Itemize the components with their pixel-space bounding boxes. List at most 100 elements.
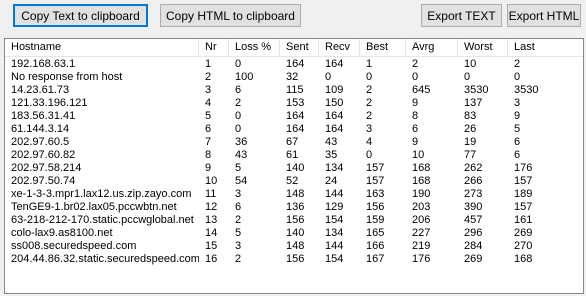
cell-best: 1 [366,58,373,70]
cell-avrg: 10 [412,149,425,161]
cell-nr: 6 [205,123,212,135]
cell-last: 269 [514,227,533,239]
cell-loss: 36 [235,136,248,148]
cell-best: 4 [366,136,373,148]
table-row[interactable]: 192.168.63.1 1 0 164 164 1 2 10 2 [5,58,583,71]
export-text-button[interactable]: Export TEXT [421,4,502,27]
cell-worst: 273 [464,188,483,200]
cell-loss: 3 [235,240,242,252]
cell-last: 5 [514,123,521,135]
cell-worst: 83 [464,110,477,122]
cell-nr: 4 [205,97,212,109]
column-header-avrg[interactable]: Avrg [406,39,458,56]
table-row[interactable]: 121.33.196.121 4 2 153 150 2 9 137 3 [5,97,583,110]
table-row[interactable]: TenGE9-1.br02.lax05.pccwbtn.net 12 6 136 129… [5,201,583,214]
column-header-nr[interactable]: Nr [199,39,229,56]
cell-loss: 0 [235,58,242,70]
cell-best: 0 [366,149,373,161]
cell-sent: 32 [286,71,299,83]
cell-worst: 19 [464,136,477,148]
cell-last: 270 [514,240,533,252]
cell-best: 0 [366,71,373,83]
cell-hostname: No response from host [11,71,123,83]
column-header-best[interactable]: Best [360,39,406,56]
table-row[interactable]: 202.97.60.5 7 36 67 43 4 9 19 6 [5,136,583,149]
cell-sent: 164 [286,123,305,135]
cell-loss: 6 [235,201,242,213]
cell-worst: 0 [464,71,471,83]
cell-loss: 2 [235,214,242,226]
cell-avrg: 190 [412,188,431,200]
table-row[interactable]: 183.56.31.41 5 0 164 164 2 8 83 9 [5,110,583,123]
cell-avrg: 2 [412,58,419,70]
cell-sent: 140 [286,162,305,174]
cell-nr: 8 [205,149,212,161]
cell-last: 0 [514,71,521,83]
cell-avrg: 203 [412,201,431,213]
cell-worst: 77 [464,149,477,161]
cell-avrg: 168 [412,175,431,187]
table-row[interactable]: 61.144.3.14 6 0 164 164 3 6 26 5 [5,123,583,136]
cell-hostname: 202.97.60.82 [11,149,76,161]
cell-worst: 10 [464,58,477,70]
cell-recv: 144 [325,240,344,252]
column-header-last[interactable]: Last [508,39,583,56]
cell-recv: 109 [325,84,344,96]
cell-recv: 134 [325,162,344,174]
column-header-recv[interactable]: Recv [319,39,360,56]
cell-nr: 9 [205,162,212,174]
cell-avrg: 8 [412,110,419,122]
cell-avrg: 227 [412,227,431,239]
cell-sent: 148 [286,188,305,200]
cell-best: 2 [366,97,373,109]
cell-recv: 0 [325,71,332,83]
cell-loss: 100 [235,71,254,83]
cell-avrg: 176 [412,253,431,265]
table-row[interactable]: No response from host 2 100 32 0 0 0 0 0 [5,71,583,84]
cell-avrg: 219 [412,240,431,252]
cell-worst: 284 [464,240,483,252]
cell-avrg: 645 [412,84,431,96]
table-row[interactable]: 202.97.50.74 10 54 52 24 157 168 266 157 [5,175,583,188]
column-header-worst[interactable]: Worst [458,39,508,56]
table-row[interactable]: xe-1-3-3.mpr1.lax12.us.zip.zayo.com 11 3 14… [5,188,583,201]
cell-loss: 6 [235,84,242,96]
table-row[interactable]: colo-lax9.as8100.net 14 5 140 134 165 227 296 26… [5,227,583,240]
cell-last: 6 [514,149,521,161]
cell-nr: 14 [205,227,218,239]
cell-sent: 52 [286,175,299,187]
column-header-loss[interactable]: Loss % [229,39,280,56]
cell-hostname: TenGE9-1.br02.lax05.pccwbtn.net [11,201,177,213]
cell-recv: 134 [325,227,344,239]
copy-html-button[interactable]: Copy HTML to clipboard [160,4,301,27]
cell-hostname: ss008.securedspeed.com [11,240,137,252]
cell-avrg: 0 [412,71,419,83]
table-row[interactable]: 202.97.58.214 9 5 140 134 157 168 262 176 [5,162,583,175]
table-row[interactable]: 204.44.86.32.static.securedspeed.com 16 2 1… [5,253,583,266]
cell-worst: 26 [464,123,477,135]
cell-sent: 156 [286,214,305,226]
table-row[interactable]: 202.97.60.82 8 43 61 35 0 10 77 6 [5,149,583,162]
table-row[interactable]: ss008.securedspeed.com 15 3 148 144 166 219 284… [5,240,583,253]
results-listview[interactable]: Hostname Nr Loss % Sent Recv Best Avrg W… [4,38,584,294]
cell-avrg: 9 [412,136,419,148]
cell-worst: 269 [464,253,483,265]
column-header-sent[interactable]: Sent [280,39,319,56]
table-row[interactable]: 63-218-212-170.static.pccwglobal.net 13 2 1… [5,214,583,227]
cell-loss: 54 [235,175,248,187]
cell-loss: 0 [235,110,242,122]
cell-last: 3 [514,97,521,109]
copy-text-button[interactable]: Copy Text to clipboard [13,4,148,27]
cell-hostname: 202.97.58.214 [11,162,82,174]
cell-sent: 136 [286,201,305,213]
cell-avrg: 6 [412,123,419,135]
cell-worst: 457 [464,214,483,226]
cell-hostname: 63-218-212-170.static.pccwglobal.net [11,214,194,226]
cell-hostname: 183.56.31.41 [11,110,76,122]
table-row[interactable]: 14.23.61.73 3 6 115 109 2 645 3530 3530 [5,84,583,97]
cell-recv: 35 [325,149,338,161]
column-header-hostname[interactable]: Hostname [5,39,199,56]
export-html-button[interactable]: Export HTML [507,4,581,27]
cell-best: 3 [366,123,373,135]
cell-last: 189 [514,188,533,200]
